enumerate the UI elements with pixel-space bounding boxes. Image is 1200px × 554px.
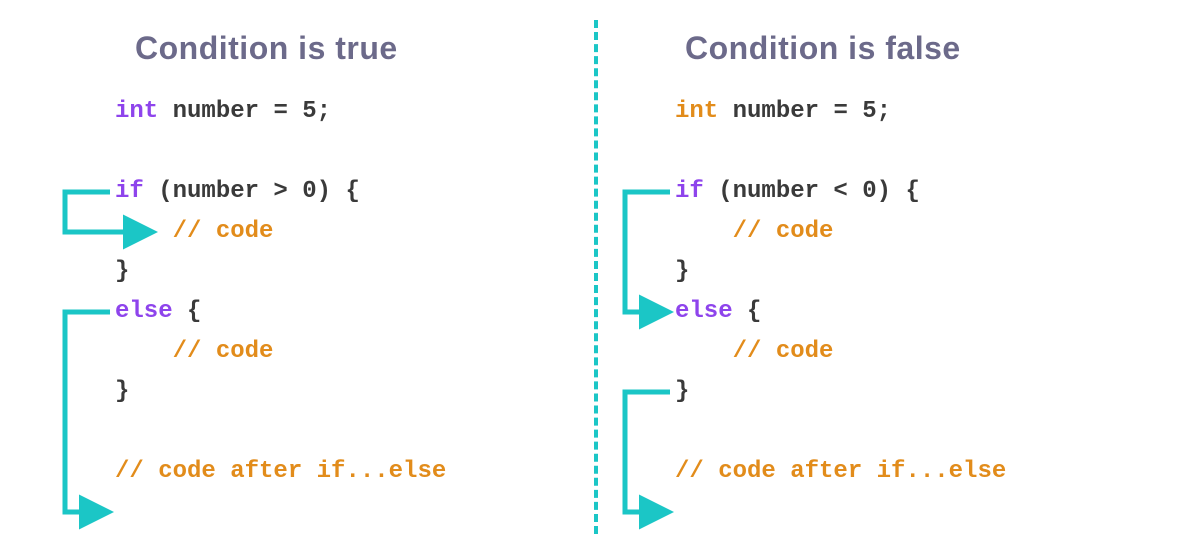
keyword-else: else (675, 298, 733, 325)
else-open: { (733, 298, 762, 325)
comment-after: // code after if...else (115, 458, 446, 485)
code-area-false: int number = 5; if (number < 0) { // cod… (615, 92, 1175, 492)
brace-close-2: } (675, 378, 689, 405)
if-cond: (number < 0) { (704, 178, 920, 205)
comment-else-body: // code (733, 338, 834, 365)
keyword-int: int (675, 98, 718, 125)
if-cond: (number > 0) { (144, 178, 360, 205)
comment-if-body: // code (733, 218, 834, 245)
decl-text: number = 5; (718, 98, 891, 125)
panel-condition-false: Condition is false int number = 5; if (n… (615, 0, 1175, 492)
brace-close-1: } (675, 258, 689, 285)
keyword-else: else (115, 298, 173, 325)
decl-text: number = 5; (158, 98, 331, 125)
title-true: Condition is true (135, 30, 585, 67)
code-block-true: int number = 5; if (number > 0) { // cod… (115, 92, 585, 492)
comment-after: // code after if...else (675, 458, 1006, 485)
keyword-int: int (115, 98, 158, 125)
panel-condition-true: Condition is true int number = 5; if (nu… (55, 0, 585, 492)
code-area-true: int number = 5; if (number > 0) { // cod… (55, 92, 585, 492)
else-open: { (173, 298, 202, 325)
brace-close-2: } (115, 378, 129, 405)
keyword-if: if (115, 178, 144, 205)
code-block-false: int number = 5; if (number < 0) { // cod… (675, 92, 1175, 492)
brace-close-1: } (115, 258, 129, 285)
title-false: Condition is false (685, 30, 1175, 67)
comment-if-body: // code (173, 218, 274, 245)
keyword-if: if (675, 178, 704, 205)
vertical-divider (594, 20, 598, 534)
comment-else-body: // code (173, 338, 274, 365)
